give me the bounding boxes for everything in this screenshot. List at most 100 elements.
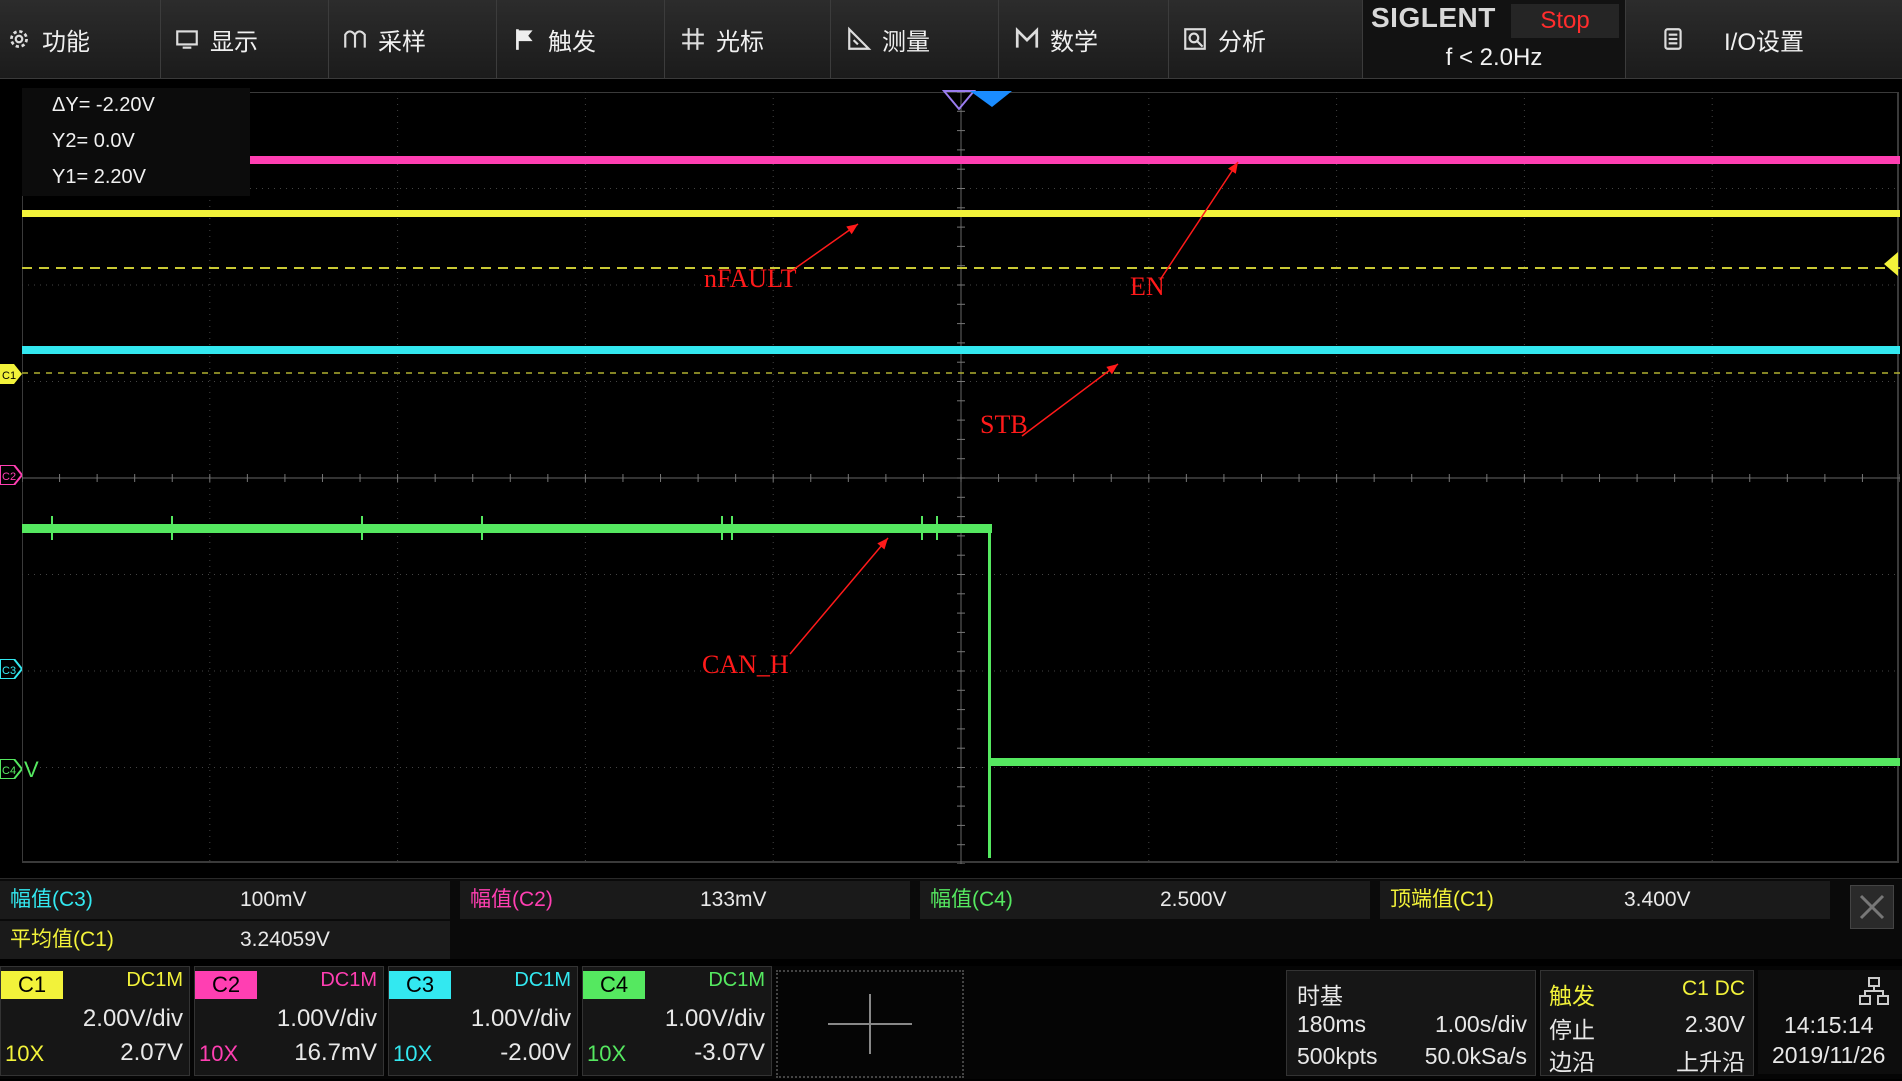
measurement-name: 平均值(C1)	[10, 928, 114, 951]
status-bar: C1 DC1M 2.00V/div 10X 2.07V C2 DC1M 1.00…	[0, 966, 1902, 1079]
channel-tag: C3	[389, 971, 451, 999]
annotation-nfault: nFAULT	[704, 264, 797, 293]
channel-scale: 1.00V/div	[470, 1005, 571, 1032]
measurement-item[interactable]: 幅值(C3) 100mV	[0, 881, 450, 919]
measurement-item[interactable]: 顶端值(C1) 3.400V	[1380, 881, 1830, 919]
measure-icon	[846, 26, 872, 52]
channel-c4-panel[interactable]: C4 DC1M 1.00V/div 10X -3.07V	[582, 966, 772, 1076]
c4-offset-marker[interactable]: C4	[0, 758, 24, 780]
svg-text:C2: C2	[2, 471, 16, 483]
cursor-icon	[680, 26, 706, 52]
trigger-level-marker[interactable]	[1880, 252, 1898, 276]
annotation-arrow	[1021, 363, 1119, 437]
channel-offset: 16.7mV	[294, 1039, 377, 1066]
annotation-arrow	[1159, 161, 1239, 281]
trigger-title: 触发	[1549, 983, 1595, 1009]
channel-tag: C4	[583, 971, 645, 999]
analysis-icon	[1182, 26, 1208, 52]
c3-offset-marker[interactable]: C3	[0, 658, 24, 680]
clock-panel: 14:15:14 2019/11/26	[1758, 970, 1902, 1074]
flag-icon	[512, 26, 538, 52]
measurement-item[interactable]: 平均值(C1) 3.24059V	[0, 921, 450, 959]
plus-icon	[828, 994, 912, 1054]
timebase-title: 时基	[1297, 983, 1343, 1009]
svg-text:C3: C3	[2, 665, 16, 677]
run-stop-indicator[interactable]: Stop	[1511, 4, 1619, 38]
waveform-canvas	[22, 92, 1900, 864]
measurement-name: 幅值(C3)	[10, 888, 93, 911]
annotation-arrow	[789, 223, 859, 273]
menu-utility[interactable]: 功能	[6, 0, 90, 78]
sample-rate: 50.0kSa/s	[1424, 1043, 1527, 1069]
menu-label: 显示	[210, 28, 258, 56]
trace-c2-en	[22, 156, 1900, 164]
trigger-source: C1 DC	[1681, 977, 1745, 1000]
menu-io-settings[interactable]: I/O设置	[1660, 0, 1804, 78]
measurement-value: 100mV	[240, 888, 307, 911]
channel-c3-panel[interactable]: C3 DC1M 1.00V/div 10X -2.00V	[388, 966, 578, 1076]
menu-label: 测量	[882, 28, 930, 56]
measurement-bar[interactable]: 幅值(C3) 100mV 幅值(C2) 133mV 幅值(C4) 2.500V …	[0, 878, 1902, 959]
menu-cursors[interactable]: 光标	[680, 0, 764, 78]
acquire-icon	[342, 26, 368, 52]
measurement-item[interactable]: 幅值(C4) 2.500V	[920, 881, 1370, 919]
cursor-delta-y: ΔY= -2.20V	[52, 94, 155, 116]
menu-analysis[interactable]: 分析	[1182, 0, 1266, 78]
channel-coupling: DC1M	[708, 969, 765, 991]
menu-label: 触发	[548, 28, 596, 56]
menu-acquire[interactable]: 采样	[342, 0, 426, 78]
timebase-scale: 1.00s/div	[1434, 1011, 1527, 1037]
trigger-slope: 上升沿	[1676, 1049, 1745, 1075]
math-icon	[1014, 26, 1040, 52]
channel-tag: C2	[195, 971, 257, 999]
trigger-panel[interactable]: 触发 C1 DC 停止 2.30V 边沿 上升沿	[1540, 970, 1754, 1076]
menu-trigger[interactable]: 触发	[512, 0, 596, 78]
annotation-can-h: CAN_H	[702, 650, 789, 679]
measurement-name: 幅值(C2)	[470, 888, 553, 911]
channel-offset: -3.07V	[694, 1039, 765, 1066]
channel-scale: 1.00V/div	[276, 1005, 377, 1032]
cursor-y2: Y2= 0.0V	[52, 130, 135, 152]
menu-label: 数学	[1050, 28, 1098, 56]
network-icon	[1858, 976, 1890, 1006]
channel-probe: 10X	[393, 1041, 433, 1066]
channel-probe: 10X	[199, 1041, 239, 1066]
display-icon	[174, 26, 200, 52]
menu-math[interactable]: 数学	[1014, 0, 1098, 78]
c1-offset-marker[interactable]: C1	[0, 364, 22, 384]
channel-probe: 10X	[587, 1041, 627, 1066]
c4-unit-label: V	[24, 757, 39, 782]
io-icon	[1660, 26, 1686, 52]
channel-coupling: DC1M	[320, 969, 377, 991]
menu-label: 分析	[1218, 28, 1266, 56]
trace-c4-high	[22, 524, 992, 533]
measurement-value: 133mV	[700, 888, 767, 911]
clock-date: 2019/11/26	[1772, 1042, 1886, 1068]
trigger-frequency: f < 2.0Hz	[1445, 44, 1543, 71]
measurement-value: 3.24059V	[240, 928, 330, 951]
waveform-display[interactable]	[22, 92, 1900, 864]
menu-measure[interactable]: 测量	[846, 0, 930, 78]
annotation-en: EN	[1130, 272, 1165, 301]
trigger-position-marker[interactable]	[941, 89, 1012, 111]
channel-c2-panel[interactable]: C2 DC1M 1.00V/div 10X 16.7mV	[194, 966, 384, 1076]
svg-text:C4: C4	[2, 765, 16, 777]
clock-time: 14:15:14	[1784, 1012, 1874, 1038]
run-status-panel[interactable]: SIGLENT Stop f < 2.0Hz	[1362, 0, 1626, 78]
channel-coupling: DC1M	[514, 969, 571, 991]
close-icon	[1859, 894, 1885, 920]
add-channel-button[interactable]	[776, 970, 964, 1078]
channel-c1-panel[interactable]: C1 DC1M 2.00V/div 10X 2.07V	[0, 966, 190, 1076]
channel-offset: -2.00V	[500, 1039, 571, 1066]
timebase-panel[interactable]: 时基 180ms 1.00s/div 500kpts 50.0kSa/s	[1286, 970, 1536, 1076]
channel-coupling: DC1M	[126, 969, 183, 991]
c2-offset-marker[interactable]: C2	[0, 464, 24, 486]
menu-display[interactable]: 显示	[174, 0, 258, 78]
measurement-value: 2.500V	[1160, 888, 1227, 911]
menu-label: 功能	[42, 28, 90, 56]
timebase-delay: 180ms	[1297, 1011, 1367, 1037]
close-measurement-button[interactable]	[1850, 885, 1894, 929]
brand-logo: SIGLENT	[1371, 2, 1496, 33]
measurement-item[interactable]: 幅值(C2) 133mV	[460, 881, 910, 919]
svg-text:C1: C1	[2, 370, 16, 382]
